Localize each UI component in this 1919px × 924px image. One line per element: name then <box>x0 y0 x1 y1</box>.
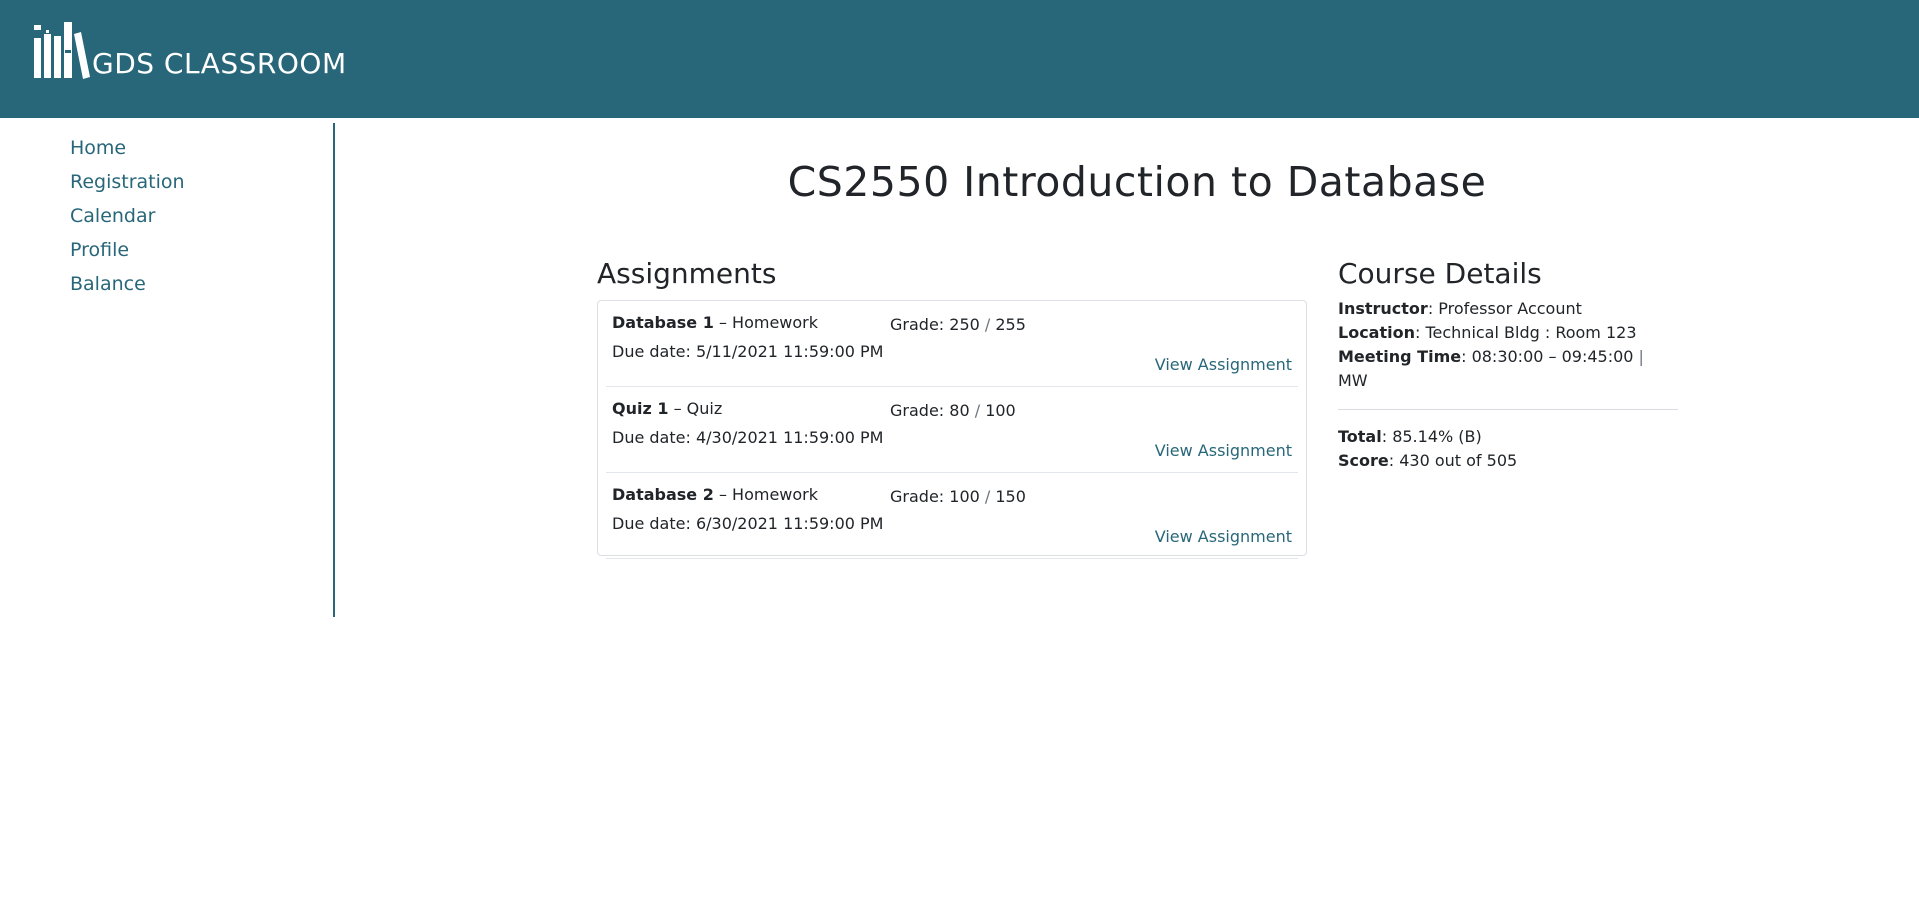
assignment-grade: Grade: 250 / 255 <box>890 315 1026 334</box>
grade-label: Grade: <box>890 401 950 420</box>
grade-separator: / <box>979 315 996 334</box>
grade-label: Grade: <box>890 487 950 506</box>
sidebar-item-balance[interactable]: Balance <box>70 273 146 295</box>
sidebar-item-registration[interactable]: Registration <box>70 171 185 193</box>
assignment-type-separator: – <box>668 399 687 418</box>
books-icon <box>34 22 90 79</box>
course-details: Course Details Instructor: Professor Acc… <box>1338 257 1678 473</box>
grade-max: 100 <box>985 401 1016 420</box>
assignments-list: Database 1 – Homework Grade: 250 / 255 D… <box>597 300 1307 559</box>
instructor-label: Instructor <box>1338 299 1428 318</box>
course-details-heading: Course Details <box>1338 257 1542 290</box>
assignment-title: Database 2 – Homework <box>612 485 818 504</box>
assignment-title: Database 1 – Homework <box>612 313 818 332</box>
grade-separator: / <box>969 401 986 420</box>
top-header: GDS CLASSROOM <box>0 0 1919 118</box>
total-label: Total <box>1338 427 1382 446</box>
grade-value: 100 <box>949 487 980 506</box>
details-divider <box>1338 409 1678 410</box>
total-value: : 85.14% (B) <box>1381 427 1482 446</box>
view-assignment-link[interactable]: View Assignment <box>1155 355 1292 374</box>
sidebar-item-calendar[interactable]: Calendar <box>70 205 155 227</box>
assignments-heading: Assignments <box>597 257 777 290</box>
location-label: Location <box>1338 323 1415 342</box>
assignment-name: Quiz 1 <box>612 399 669 418</box>
assignment-type-separator: – <box>713 313 733 332</box>
grade-value: 250 <box>949 315 980 334</box>
assignment-row: Quiz 1 – Quiz Grade: 80 / 100 Due date: … <box>606 387 1298 473</box>
view-assignment-link[interactable]: View Assignment <box>1155 441 1292 460</box>
total-line: Total: 85.14% (B) <box>1338 425 1678 449</box>
sidebar-nav: Home Registration Calendar Profile Balan… <box>0 123 333 305</box>
assignment-title: Quiz 1 – Quiz <box>612 399 722 418</box>
page-title: CS2550 Introduction to Database <box>787 158 1487 206</box>
sidebar-item-profile[interactable]: Profile <box>70 239 129 261</box>
assignment-type: Homework <box>732 485 818 504</box>
meeting-time-line: Meeting Time: 08:30:00 – 09:45:00 | MW <box>1338 345 1678 393</box>
meeting-separator: | <box>1638 347 1644 366</box>
grade-max: 150 <box>995 487 1026 506</box>
location-value: : Technical Bldg : Room 123 <box>1414 323 1637 342</box>
meeting-time-label: Meeting Time <box>1338 347 1462 366</box>
assignment-row: Database 2 – Homework Grade: 100 / 150 D… <box>606 473 1298 559</box>
assignment-name: Database 2 <box>612 485 714 504</box>
grade-value: 80 <box>949 401 970 420</box>
sidebar-item-home[interactable]: Home <box>70 137 126 159</box>
assignment-due-date: Due date: 6/30/2021 11:59:00 PM <box>612 514 884 533</box>
meeting-days: MW <box>1338 371 1368 390</box>
score-line: Score: 430 out of 505 <box>1338 449 1678 473</box>
view-assignment-link[interactable]: View Assignment <box>1155 527 1292 546</box>
assignment-type: Quiz <box>686 399 723 418</box>
assignment-grade: Grade: 80 / 100 <box>890 401 1016 420</box>
sidebar: Home Registration Calendar Profile Balan… <box>0 123 335 617</box>
score-label: Score <box>1338 451 1389 470</box>
assignment-type: Homework <box>732 313 818 332</box>
brand-logo[interactable]: GDS CLASSROOM <box>32 22 347 80</box>
assignment-due-date: Due date: 4/30/2021 11:59:00 PM <box>612 428 884 447</box>
assignment-name: Database 1 <box>612 313 714 332</box>
grade-separator: / <box>979 487 996 506</box>
assignment-type-separator: – <box>713 485 733 504</box>
score-value: : 430 out of 505 <box>1388 451 1518 470</box>
assignment-due-date: Due date: 5/11/2021 11:59:00 PM <box>612 342 884 361</box>
instructor-line: Instructor: Professor Account <box>1338 297 1678 321</box>
assignment-grade: Grade: 100 / 150 <box>890 487 1026 506</box>
grade-max: 255 <box>995 315 1026 334</box>
meeting-time-value: : 08:30:00 – 09:45:00 <box>1461 347 1639 366</box>
location-line: Location: Technical Bldg : Room 123 <box>1338 321 1678 345</box>
instructor-value: : Professor Account <box>1427 299 1582 318</box>
grade-label: Grade: <box>890 315 950 334</box>
brand-name: GDS CLASSROOM <box>92 47 347 80</box>
assignment-row: Database 1 – Homework Grade: 250 / 255 D… <box>606 301 1298 387</box>
